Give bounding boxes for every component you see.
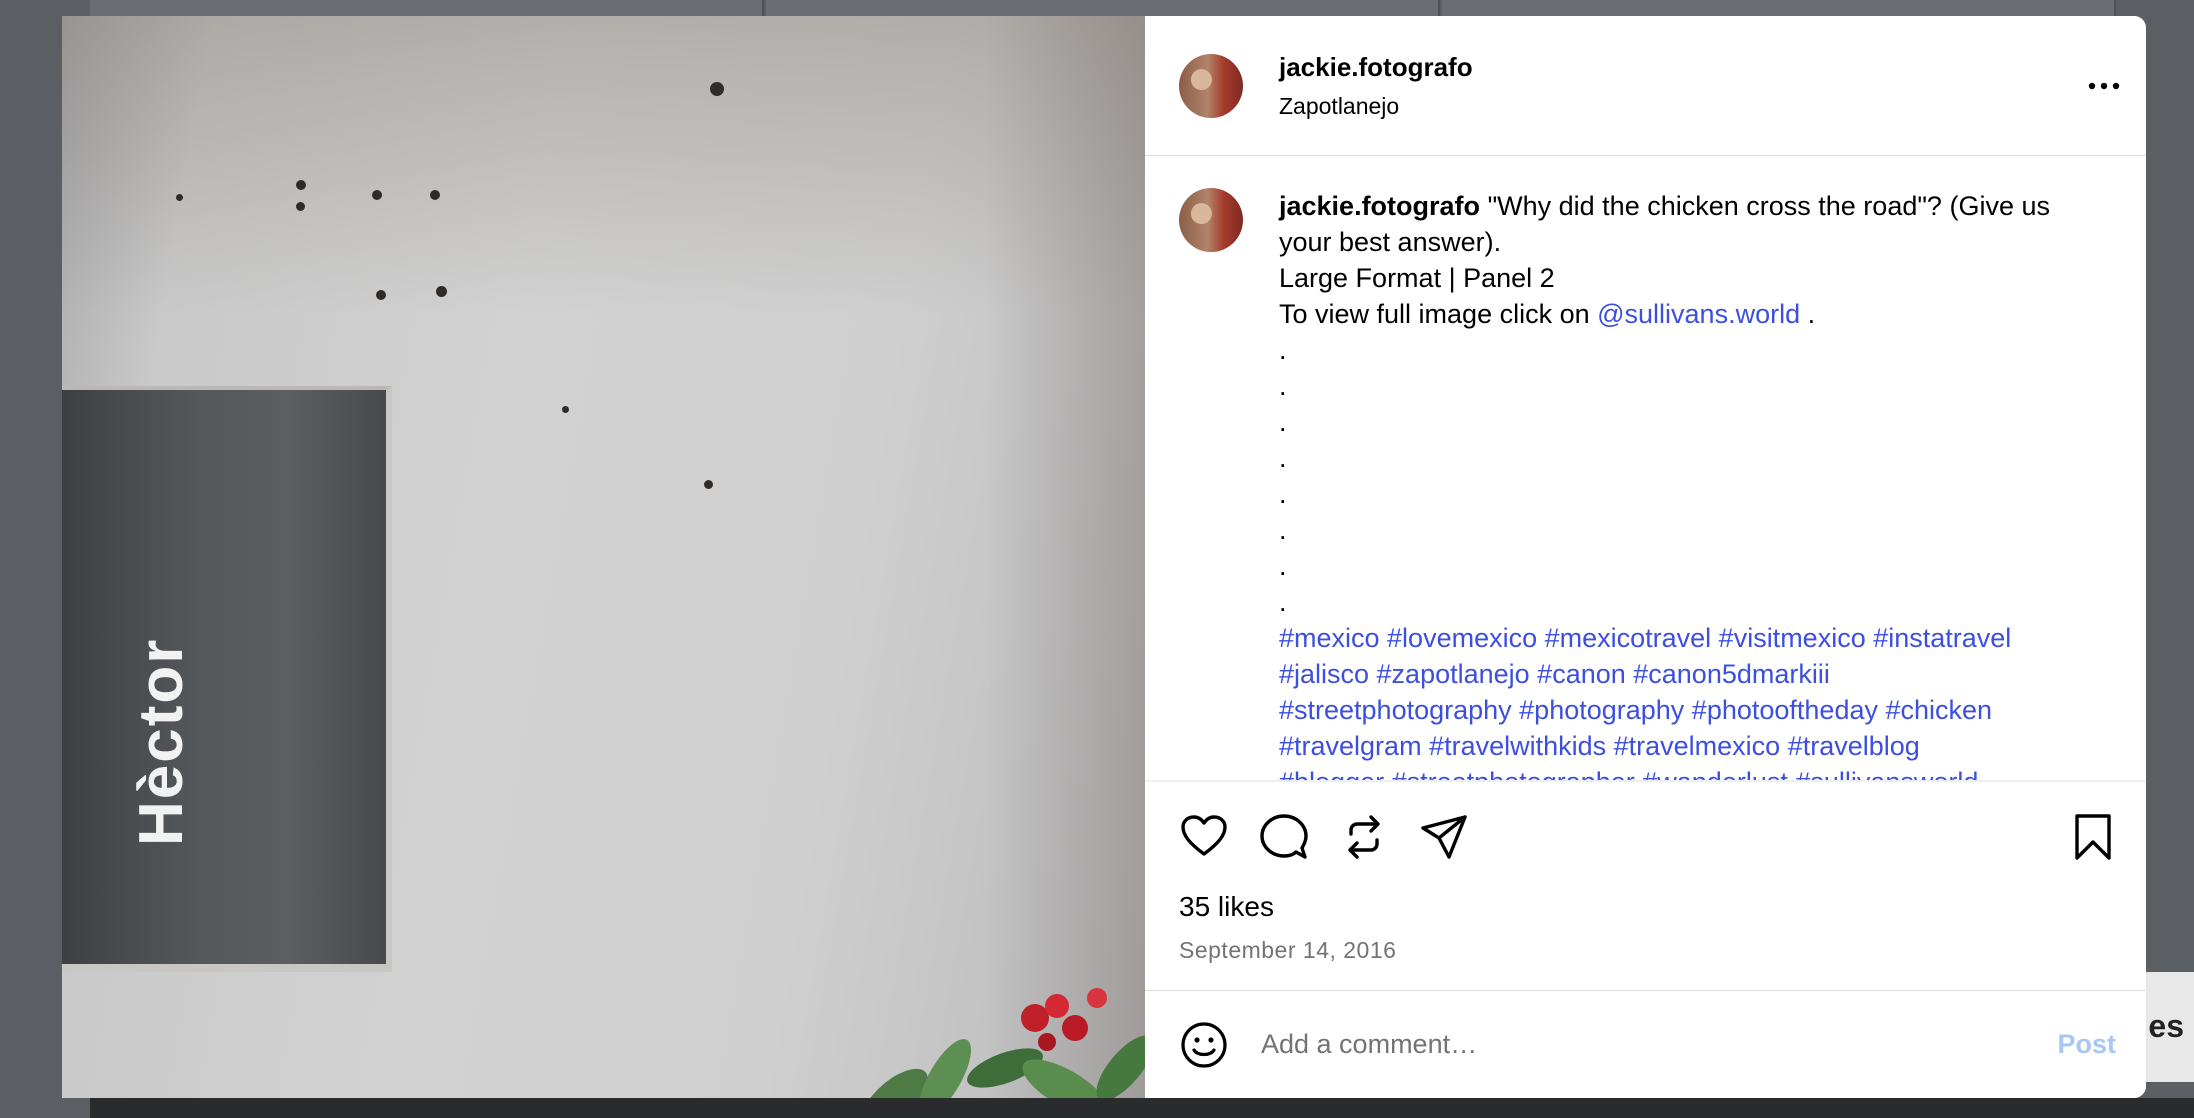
post-location[interactable]: Zapotlanejo: [1279, 93, 1473, 120]
post-header: jackie.fotografo Zapotlanejo: [1145, 16, 2146, 156]
caption-username[interactable]: jackie.fotografo: [1279, 191, 1480, 221]
hashtag-line[interactable]: #jalisco #zapotlanejo #canon #canon5dmar…: [1279, 656, 2099, 692]
caption-avatar[interactable]: [1179, 188, 1243, 252]
hashtag-line[interactable]: #streetphotography #photography #photoof…: [1279, 692, 2099, 728]
caption-line2: Large Format | Panel 2: [1279, 263, 1555, 293]
post-modal: Hèctor jackie.fotografo Zapotlanejo jack…: [62, 16, 2146, 1098]
likes-count[interactable]: 35 likes: [1145, 891, 2146, 931]
comment-bar: Post: [1145, 990, 2146, 1098]
wall-hole: [562, 406, 569, 413]
emoji-icon[interactable]: [1179, 1020, 1229, 1070]
heart-icon[interactable]: [1179, 812, 1229, 862]
repost-icon[interactable]: [1339, 812, 1389, 862]
photo-window: [62, 386, 392, 972]
post-comment-button[interactable]: Post: [2057, 1029, 2116, 1060]
wall-hole: [704, 480, 713, 489]
wall-hole: [376, 290, 386, 300]
wall-hole: [430, 190, 440, 200]
post-photo[interactable]: Hèctor: [62, 16, 1145, 1098]
caption-line3-prefix: To view full image click on: [1279, 299, 1598, 329]
comment-input[interactable]: [1261, 1029, 2058, 1060]
bookmark-icon[interactable]: [2068, 812, 2118, 862]
avatar[interactable]: [1179, 53, 1243, 118]
wall-hole: [710, 82, 724, 96]
caption-section[interactable]: jackie.fotografo "Why did the chicken cr…: [1145, 156, 2146, 781]
wall-hole: [296, 180, 306, 190]
hashtag-line[interactable]: #travelgram #travelwithkids #travelmexic…: [1279, 728, 2099, 764]
background-strip: [90, 1098, 2194, 1118]
caption-dots: . . . . . . . .: [1279, 335, 1287, 617]
background-peek-text: es: [2148, 1008, 2184, 1044]
hashtag-line[interactable]: #mexico #lovemexico #mexicotravel #visit…: [1279, 620, 2099, 656]
wall-hole: [436, 286, 447, 297]
caption-line3-suffix: .: [1800, 299, 1816, 329]
wall-hole: [296, 202, 305, 211]
photo-signage-text: Hèctor: [127, 637, 196, 846]
post-username[interactable]: jackie.fotografo: [1279, 52, 1473, 83]
mention-link[interactable]: @sullivans.world: [1597, 299, 1800, 329]
more-horizontal-icon[interactable]: [2084, 66, 2124, 106]
hashtag-line[interactable]: #blogger #streetphotographer #wanderlust…: [1279, 764, 2099, 780]
comment-icon[interactable]: [1259, 812, 1309, 862]
wall-hole: [176, 194, 183, 201]
post-side-panel: jackie.fotografo Zapotlanejo jackie.foto…: [1145, 16, 2146, 1098]
wall-hole: [372, 190, 382, 200]
post-actions: [1145, 781, 2146, 891]
photo-plant: [862, 988, 1145, 1098]
post-date[interactable]: September 14, 2016: [1145, 937, 2146, 964]
post-caption: jackie.fotografo "Why did the chicken cr…: [1279, 188, 2099, 780]
hashtag-list: #mexico #lovemexico #mexicotravel #visit…: [1279, 620, 2099, 780]
send-icon[interactable]: [1419, 812, 1469, 862]
